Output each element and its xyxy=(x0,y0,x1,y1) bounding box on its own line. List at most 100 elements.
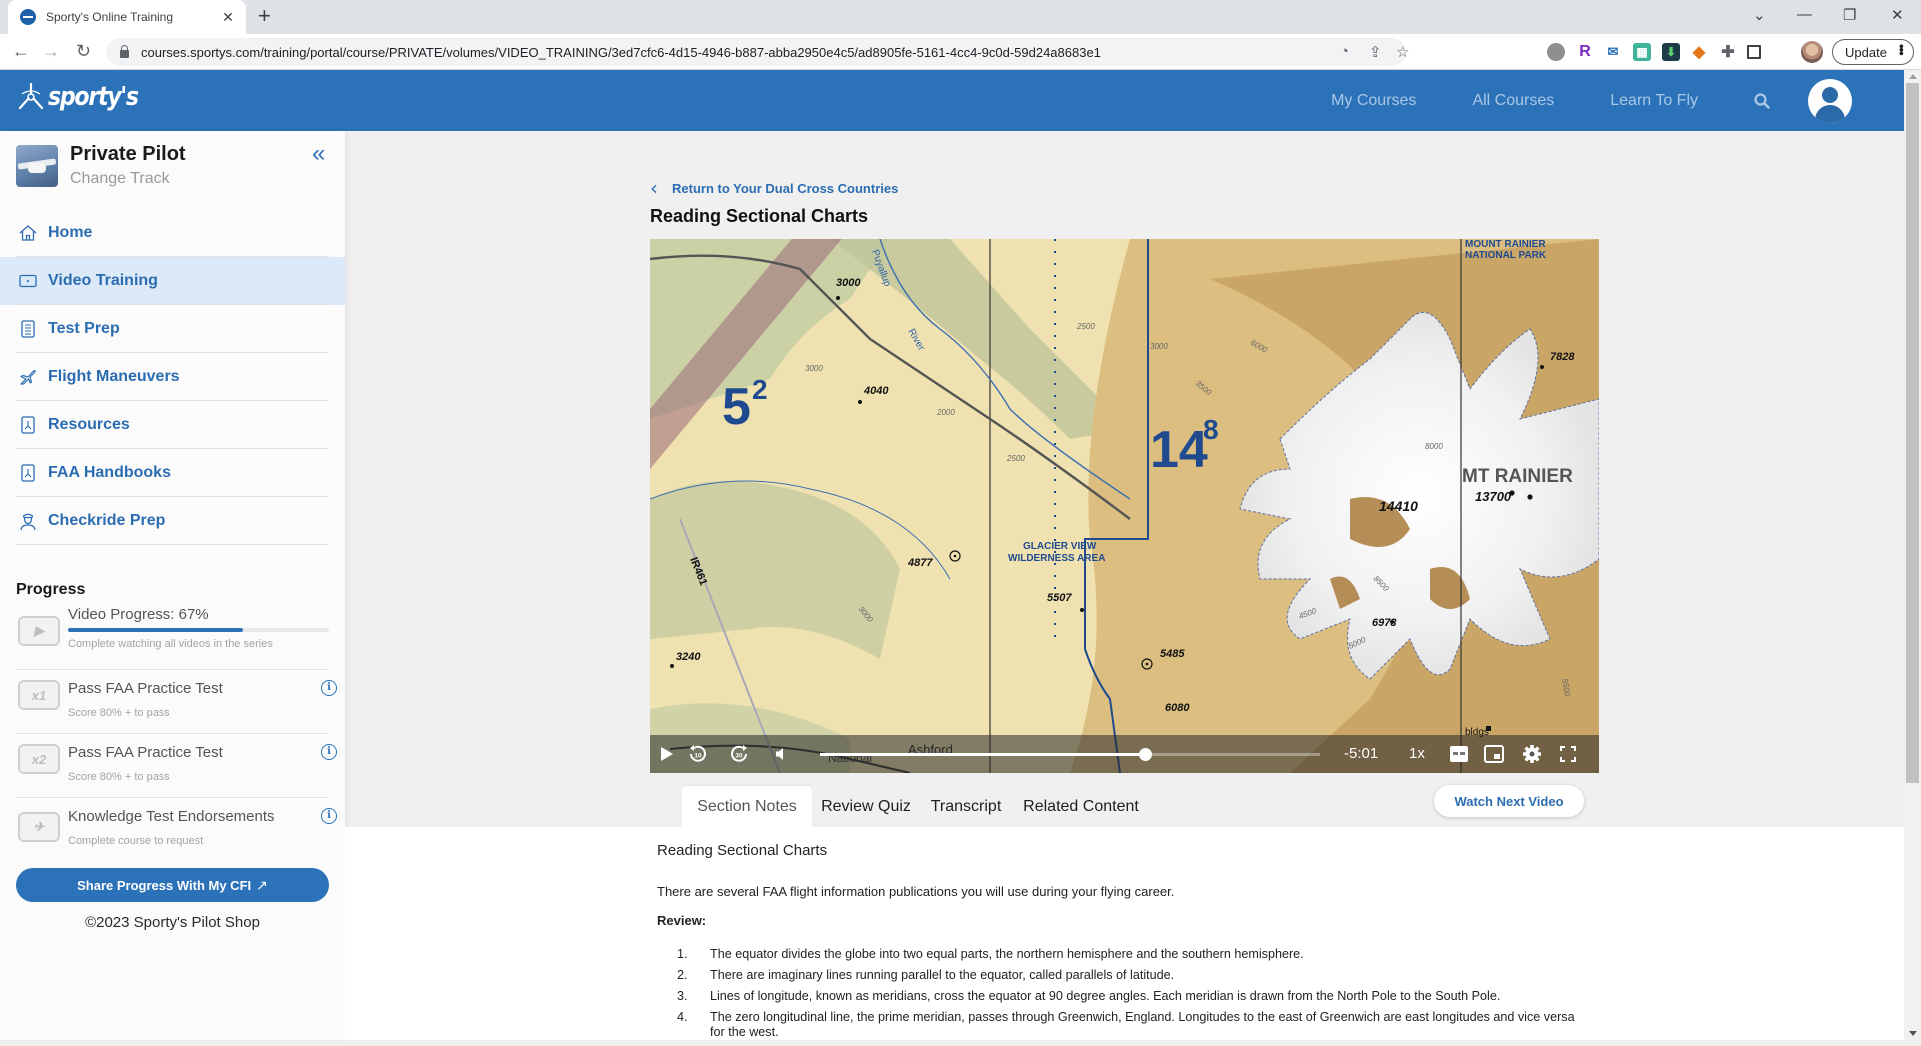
logo-text: sporty's xyxy=(48,82,139,112)
captions-icon[interactable] xyxy=(1450,746,1468,762)
minimize-button[interactable]: — xyxy=(1797,6,1812,23)
kebab-menu-icon[interactable]: ••• xyxy=(1894,44,1909,55)
sidebar-item-label: Resources xyxy=(48,416,130,433)
watch-next-video-button[interactable]: Watch Next Video xyxy=(1434,785,1584,817)
forward-30-icon[interactable]: 30 xyxy=(729,744,749,764)
settings-gear-icon[interactable] xyxy=(1522,744,1542,764)
sportys-favicon-icon xyxy=(20,9,36,25)
mef-left-sup-label: 2 xyxy=(752,374,768,405)
profile-avatar[interactable] xyxy=(1801,41,1823,63)
scroll-down-arrow-icon[interactable] xyxy=(1909,1031,1917,1036)
forward-arrow-icon[interactable]: → xyxy=(42,41,60,61)
nav-learn-to-fly[interactable]: Learn To Fly xyxy=(1610,92,1698,110)
sidebar-item-label: Flight Maneuvers xyxy=(48,368,180,385)
elevation-label: 13700 xyxy=(1475,489,1512,504)
main-nav: My Courses All Courses Learn To Fly xyxy=(1331,70,1904,131)
sportys-logo[interactable]: sporty's xyxy=(16,82,154,112)
progress-title: Progress xyxy=(16,581,86,598)
wilderness-label: WILDERNESS AREA xyxy=(1008,553,1105,564)
svg-text:3000: 3000 xyxy=(805,364,823,373)
lock-icon[interactable] xyxy=(120,45,129,58)
sidebar-item-checkride-prep[interactable]: Checkride Prep xyxy=(0,497,345,545)
bookmark-star-icon[interactable]: ☆ xyxy=(1396,43,1409,61)
elevation-label: 7828 xyxy=(1550,351,1575,363)
sidebar: Private Pilot Change Track « Home Video … xyxy=(0,131,345,1040)
picture-in-picture-icon[interactable] xyxy=(1484,745,1504,763)
extension-bubble-icon[interactable] xyxy=(1547,43,1565,61)
close-window-button[interactable]: ✕ xyxy=(1891,6,1904,24)
propeller-logo-icon xyxy=(18,82,44,110)
video-player[interactable]: 5 2 14 8 Puyallup River GLACIER VIEW WIL… xyxy=(650,239,1599,773)
change-track-link[interactable]: Change Track xyxy=(70,170,170,188)
back-link[interactable]: ‹ Return to Your Dual Cross Countries xyxy=(650,178,898,198)
tab-related-content[interactable]: Related Content xyxy=(1016,786,1146,827)
rewind-10-icon[interactable]: 10 xyxy=(688,744,708,764)
extension-metamask-icon[interactable]: ◆ xyxy=(1690,43,1708,61)
time-remaining: -5:01 xyxy=(1344,745,1379,762)
info-icon[interactable]: i xyxy=(321,680,337,696)
sidebar-item-label: Home xyxy=(48,224,93,241)
restore-button[interactable]: ❐ xyxy=(1843,6,1856,24)
extension-download-icon[interactable]: ⬇ xyxy=(1662,43,1680,61)
copyright: ©2023 Sporty's Pilot Shop xyxy=(85,914,260,931)
elevation-label: 5507 xyxy=(1047,592,1072,604)
svg-text:3000: 3000 xyxy=(1150,342,1168,351)
sidebar-item-faa-handbooks[interactable]: FAA Handbooks xyxy=(0,449,345,497)
user-account-icon[interactable] xyxy=(1808,78,1852,123)
address-bar[interactable]: courses.sportys.com/training/portal/cour… xyxy=(106,38,1409,66)
practice-test-x2-badge-icon: x2 xyxy=(18,744,60,774)
extension-gift-icon[interactable]: ▦ xyxy=(1633,43,1651,61)
nav-my-courses[interactable]: My Courses xyxy=(1331,92,1416,110)
external-link-icon: ↗ xyxy=(256,876,268,893)
tab-section-notes[interactable]: Section Notes xyxy=(682,786,812,827)
tab-close-icon[interactable]: ✕ xyxy=(220,9,236,26)
progress-item-subtitle: Score 80% + to pass xyxy=(68,771,170,783)
sidebar-item-home[interactable]: Home xyxy=(0,209,345,257)
side-panel-icon[interactable] xyxy=(1747,45,1761,59)
new-tab-button[interactable]: + xyxy=(258,5,271,27)
share-icon[interactable]: ⇪ xyxy=(1369,43,1382,61)
tab-transcript[interactable]: Transcript xyxy=(926,786,1006,827)
video-scrubber[interactable] xyxy=(820,748,1320,761)
progress-item-endorsements: ✈ Knowledge Test Endorsements Complete c… xyxy=(16,798,337,854)
tab-review-quiz[interactable]: Review Quiz xyxy=(818,786,914,827)
scroll-up-arrow-icon[interactable] xyxy=(1909,74,1917,79)
video-controls: 10 30 -5:01 1x xyxy=(650,735,1599,773)
sidebar-item-flight-maneuvers[interactable]: Flight Maneuvers xyxy=(0,353,345,401)
share-progress-button[interactable]: Share Progress With My CFI ↗ xyxy=(16,868,329,902)
back-arrow-icon[interactable]: ← xyxy=(12,41,30,61)
fullscreen-icon[interactable] xyxy=(1560,746,1576,762)
scrollbar-thumb[interactable] xyxy=(1906,83,1919,783)
svg-text:2500: 2500 xyxy=(1076,322,1095,331)
course-thumbnail xyxy=(16,145,58,187)
extension-mail-icon[interactable]: ✉ xyxy=(1604,43,1622,61)
performance-icon[interactable]: ◔ xyxy=(1340,43,1349,60)
tab-search-icon[interactable]: ⌄ xyxy=(1753,6,1766,24)
sidebar-item-video-training[interactable]: Video Training xyxy=(0,257,345,305)
list-item: 2. There are imaginary lines running para… xyxy=(677,968,1175,982)
video-progress-bar-fill xyxy=(68,628,243,632)
sidebar-item-test-prep[interactable]: Test Prep xyxy=(0,305,345,353)
mef-right-sup-label: 8 xyxy=(1203,414,1219,445)
browser-tab[interactable]: Sporty's Online Training ✕ xyxy=(8,0,246,34)
collapse-sidebar-icon[interactable]: « xyxy=(312,142,325,166)
page-scrollbar[interactable] xyxy=(1904,70,1921,1040)
svg-text:10: 10 xyxy=(694,753,702,760)
mef-right-label: 14 xyxy=(1150,421,1208,479)
info-icon[interactable]: i xyxy=(321,808,337,824)
elevation-label: 3240 xyxy=(676,651,701,663)
review-label: Review: xyxy=(657,913,707,928)
search-icon[interactable] xyxy=(1754,92,1770,109)
volume-icon[interactable] xyxy=(774,746,790,762)
reload-icon[interactable]: ↻ xyxy=(76,41,91,61)
play-icon[interactable] xyxy=(660,746,674,762)
url-text[interactable]: courses.sportys.com/training/portal/cour… xyxy=(141,45,1101,60)
sidebar-item-resources[interactable]: Resources xyxy=(0,401,345,449)
playback-speed-button[interactable]: 1x xyxy=(1409,745,1425,762)
scrubber-handle[interactable] xyxy=(1139,748,1152,761)
extension-rakuten-icon[interactable]: R xyxy=(1576,43,1594,61)
info-icon[interactable]: i xyxy=(321,744,337,760)
update-button[interactable]: Update ••• xyxy=(1832,39,1914,65)
nav-all-courses[interactable]: All Courses xyxy=(1472,92,1554,110)
extensions-puzzle-icon[interactable]: ✚ xyxy=(1719,43,1737,61)
